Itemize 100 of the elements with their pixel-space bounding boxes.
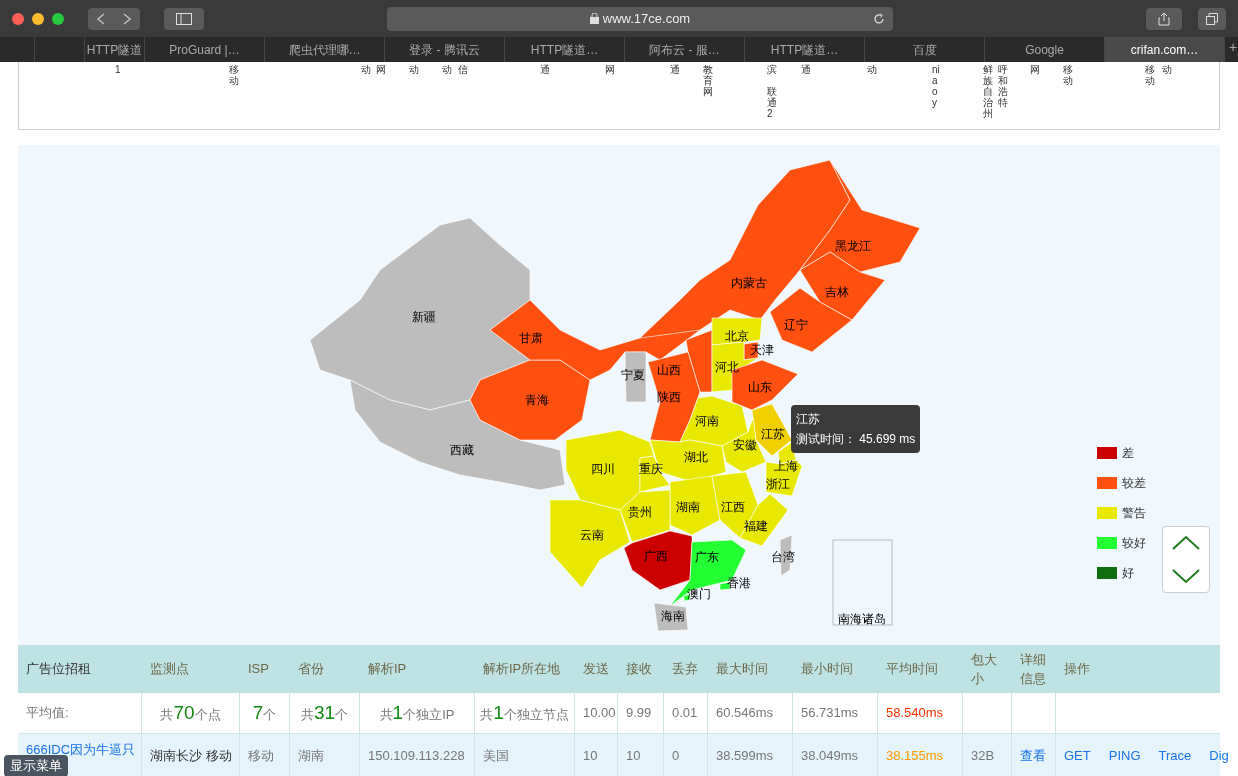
province-label: 澳门 (687, 586, 711, 602)
column-header: 接收 (626, 660, 652, 679)
province-label: 广东 (695, 549, 719, 565)
table-cell-text: 0.01 (672, 704, 698, 723)
tooltip-title: 江苏 (796, 411, 821, 428)
show-menu-button[interactable]: 显示菜单 (4, 755, 68, 776)
share-icon (1158, 11, 1170, 26)
table-cell-text: 60.546ms (716, 704, 774, 723)
province-shape[interactable] (669, 475, 721, 536)
province-label: 台湾 (771, 549, 795, 565)
table-cell-text: 湖南长沙 移动 (150, 747, 232, 766)
tab[interactable]: 爬虫代理哪… (265, 37, 385, 62)
province-label: 贵州 (628, 504, 652, 520)
tab[interactable]: 百度 (865, 37, 985, 62)
column-label: 动 (1162, 64, 1172, 75)
zoom-window-icon[interactable] (52, 12, 64, 25)
tab[interactable]: 登录 - 腾讯云 (385, 37, 505, 62)
action-link[interactable]: GET (1064, 746, 1091, 766)
detail-link[interactable]: 查看 (1020, 746, 1046, 766)
table-cell-text: 移动 (248, 747, 274, 766)
column-header: 监测点 (150, 660, 189, 679)
province-label: 甘肃 (519, 330, 543, 346)
table-cell-text: 38.049ms (801, 747, 859, 766)
back-button[interactable] (88, 7, 114, 30)
province-label: 河南 (695, 413, 719, 429)
column-header: 平均时间 (886, 660, 938, 679)
province-label: 江苏 (761, 426, 785, 442)
province-label: 新疆 (412, 309, 436, 325)
column-label: 教育网 (703, 64, 713, 97)
lock-icon (589, 13, 599, 24)
column-label: 动 (361, 64, 371, 75)
table-cell-text: 7个 (252, 700, 277, 725)
table-cell-text: 10 (583, 747, 598, 766)
column-label: 移动 (229, 64, 239, 86)
table-cell-text: 56.731ms (801, 704, 859, 723)
tab[interactable]: HTTP隧道 (85, 37, 145, 62)
action-link[interactable]: PING (1108, 746, 1141, 766)
column-label: 动 (409, 64, 419, 75)
province-label: 北京 (725, 328, 749, 344)
column-label: 呼和浩特 (998, 64, 1008, 108)
column-label: 通 (540, 64, 550, 75)
table-cell-text: 38.599ms (716, 747, 774, 766)
table-cell-text: 美国 (483, 747, 509, 766)
table-cell-text: 共1个独立IP (379, 700, 455, 725)
table-cell-text: 共31个 (300, 700, 349, 725)
column-label: 通 (801, 64, 811, 75)
province-label: 河北 (715, 359, 739, 375)
new-tab-button[interactable]: + (1225, 37, 1238, 62)
province-label: 海南 (661, 608, 685, 624)
sidebar-button[interactable] (164, 7, 204, 30)
column-label: 通 (670, 64, 680, 75)
forward-button[interactable] (114, 7, 140, 30)
minimize-window-icon[interactable] (32, 12, 44, 25)
tab[interactable]: 阿布云 - 服… (625, 37, 745, 62)
table-cell-text: 共1个独立节点 (480, 700, 569, 725)
column-header: 省份 (298, 660, 324, 679)
province-label: 山东 (748, 379, 772, 395)
url-text: www.17ce.com (602, 9, 691, 28)
column-label: 网 (1030, 64, 1040, 75)
column-label: 鲜族自治州 (983, 64, 993, 119)
tab[interactable]: HTTP隧道… (505, 37, 625, 62)
column-label: 网 (605, 64, 615, 75)
chevron-left-icon (97, 12, 105, 25)
address-bar[interactable]: www.17ce.com (387, 6, 893, 31)
province-label: 广西 (644, 548, 668, 564)
inset-label: 南海诸岛 (838, 611, 886, 628)
legend-label: 较好 (1122, 535, 1146, 552)
province-shape[interactable] (711, 317, 763, 346)
tab[interactable]: crifan.com… (1105, 37, 1225, 62)
scroll-down-icon[interactable] (1171, 567, 1201, 584)
province-label: 青海 (525, 392, 549, 408)
chevron-right-icon (123, 12, 131, 25)
close-window-icon[interactable] (12, 12, 24, 25)
table-cell-text: 10.00 (583, 704, 616, 723)
tab[interactable]: ProGuard |… (145, 37, 265, 62)
province-label: 内蒙古 (731, 275, 767, 291)
action-link[interactable]: Trace (1158, 746, 1192, 766)
column-label: 移动 (1145, 64, 1155, 86)
column-header: 详细信息 (1020, 650, 1047, 688)
legend-label: 好 (1122, 565, 1134, 582)
scroll-up-icon[interactable] (1171, 535, 1201, 552)
province-label: 山西 (657, 362, 681, 378)
column-label: 动 (442, 64, 452, 75)
share-button[interactable] (1146, 7, 1182, 30)
province-label: 浙江 (766, 476, 790, 492)
province-label: 吉林 (825, 284, 849, 300)
column-header: 最大时间 (716, 660, 768, 679)
reload-icon[interactable] (873, 12, 885, 25)
province-shape[interactable] (653, 602, 689, 632)
column-label: 动 (867, 64, 877, 75)
legend-label: 差 (1122, 445, 1134, 462)
tabs-overview-button[interactable] (1198, 7, 1226, 30)
column-label: 滨 (767, 64, 777, 75)
province-label: 西藏 (450, 442, 474, 458)
action-link[interactable]: Dig (1209, 746, 1229, 766)
province-label: 江西 (721, 499, 745, 515)
tab[interactable]: HTTP隧道… (745, 37, 865, 62)
column-header: 丢弃 (672, 660, 698, 679)
column-header: 广告位招租 (26, 660, 91, 679)
province-label: 安徽 (733, 437, 757, 453)
